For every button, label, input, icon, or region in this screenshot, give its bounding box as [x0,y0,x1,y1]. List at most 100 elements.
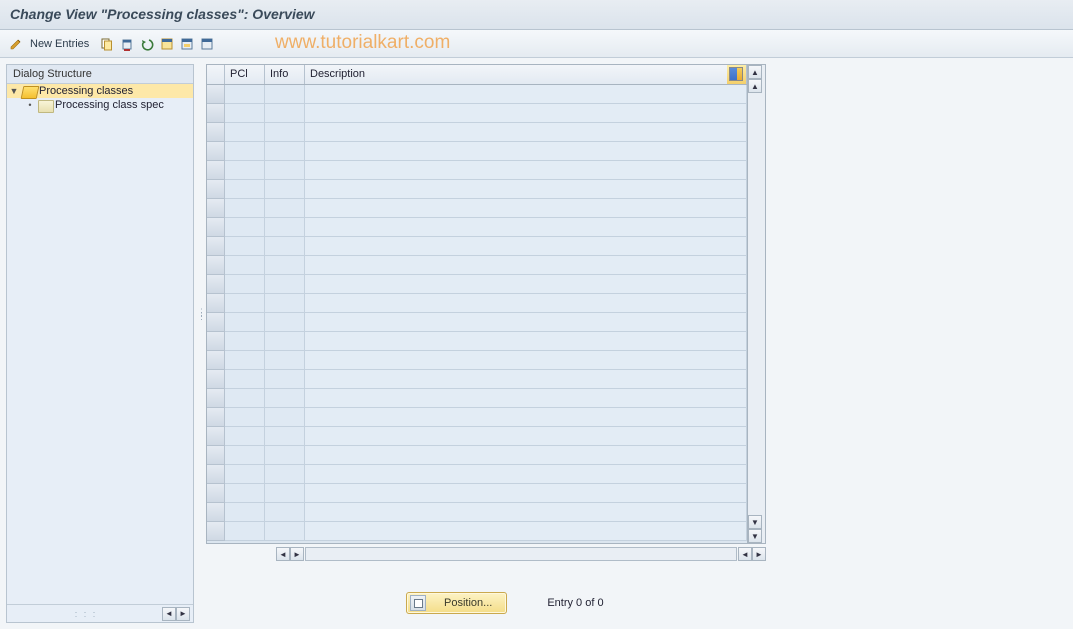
scrollbar-track[interactable] [748,93,765,515]
cell-info[interactable] [265,218,305,237]
row-selector[interactable] [207,446,225,465]
cell-description[interactable] [305,104,747,123]
cell-info[interactable] [265,142,305,161]
row-selector[interactable] [207,332,225,351]
cell-description[interactable] [305,85,747,104]
copy-icon[interactable] [99,36,115,52]
column-header-pcl[interactable]: PCl [225,65,265,84]
cell-description[interactable] [305,522,747,541]
deselect-all-icon[interactable] [199,36,215,52]
table-row[interactable] [207,446,747,465]
cell-description[interactable] [305,503,747,522]
cell-info[interactable] [265,446,305,465]
scroll-right-icon[interactable]: ► [176,607,190,621]
cell-pcl[interactable] [225,465,265,484]
row-selector[interactable] [207,370,225,389]
table-row[interactable] [207,522,747,541]
cell-description[interactable] [305,332,747,351]
tree-node-processing-class-spec[interactable]: • Processing class spec [7,98,193,112]
cell-pcl[interactable] [225,313,265,332]
scroll-left-icon[interactable]: ◄ [276,547,290,561]
row-selector[interactable] [207,123,225,142]
row-selector[interactable] [207,275,225,294]
scroll-right-icon[interactable]: ► [290,547,304,561]
scroll-up-icon[interactable]: ▲ [748,79,762,93]
table-row[interactable] [207,408,747,427]
table-row[interactable] [207,104,747,123]
cell-pcl[interactable] [225,199,265,218]
cell-info[interactable] [265,351,305,370]
row-selector[interactable] [207,465,225,484]
row-selector[interactable] [207,104,225,123]
table-row[interactable] [207,142,747,161]
row-selector[interactable] [207,294,225,313]
cell-description[interactable] [305,237,747,256]
undo-icon[interactable] [139,36,155,52]
cell-description[interactable] [305,427,747,446]
table-row[interactable] [207,484,747,503]
cell-pcl[interactable] [225,85,265,104]
cell-info[interactable] [265,123,305,142]
cell-pcl[interactable] [225,389,265,408]
toggle-change-icon[interactable] [8,36,24,52]
cell-pcl[interactable] [225,180,265,199]
tree-node-processing-classes[interactable]: ▼ Processing classes [7,84,193,98]
cell-info[interactable] [265,389,305,408]
row-selector[interactable] [207,351,225,370]
table-row[interactable] [207,313,747,332]
panel-resize-handle[interactable]: ⋮⋮ [197,310,206,318]
cell-description[interactable] [305,123,747,142]
cell-pcl[interactable] [225,484,265,503]
row-selector[interactable] [207,427,225,446]
cell-description[interactable] [305,161,747,180]
cell-info[interactable] [265,199,305,218]
scrollbar-track[interactable] [305,547,737,561]
cell-description[interactable] [305,199,747,218]
cell-info[interactable] [265,104,305,123]
cell-info[interactable] [265,465,305,484]
cell-pcl[interactable] [225,427,265,446]
select-block-icon[interactable] [179,36,195,52]
collapse-icon[interactable]: ▼ [9,86,19,96]
cell-description[interactable] [305,484,747,503]
cell-pcl[interactable] [225,104,265,123]
row-selector[interactable] [207,484,225,503]
table-row[interactable] [207,332,747,351]
cell-info[interactable] [265,484,305,503]
cell-description[interactable] [305,408,747,427]
table-row[interactable] [207,427,747,446]
table-row[interactable] [207,218,747,237]
cell-pcl[interactable] [225,351,265,370]
scroll-right-icon[interactable]: ► [752,547,766,561]
table-row[interactable] [207,180,747,199]
cell-description[interactable] [305,465,747,484]
cell-info[interactable] [265,313,305,332]
table-row[interactable] [207,465,747,484]
cell-pcl[interactable] [225,294,265,313]
scroll-left-icon[interactable]: ◄ [738,547,752,561]
cell-info[interactable] [265,294,305,313]
cell-info[interactable] [265,522,305,541]
row-selector[interactable] [207,199,225,218]
table-row[interactable] [207,351,747,370]
cell-description[interactable] [305,218,747,237]
row-selector-header[interactable] [207,65,225,84]
scroll-down-icon[interactable]: ▼ [748,515,762,529]
row-selector[interactable] [207,503,225,522]
cell-description[interactable] [305,389,747,408]
column-header-info[interactable]: Info [265,65,305,84]
table-row[interactable] [207,389,747,408]
cell-info[interactable] [265,85,305,104]
row-selector[interactable] [207,218,225,237]
cell-info[interactable] [265,256,305,275]
cell-description[interactable] [305,446,747,465]
table-row[interactable] [207,294,747,313]
table-row[interactable] [207,161,747,180]
delete-icon[interactable] [119,36,135,52]
row-selector[interactable] [207,389,225,408]
new-entries-button[interactable]: New Entries [30,38,89,50]
cell-info[interactable] [265,408,305,427]
row-selector[interactable] [207,522,225,541]
cell-pcl[interactable] [225,522,265,541]
table-row[interactable] [207,370,747,389]
